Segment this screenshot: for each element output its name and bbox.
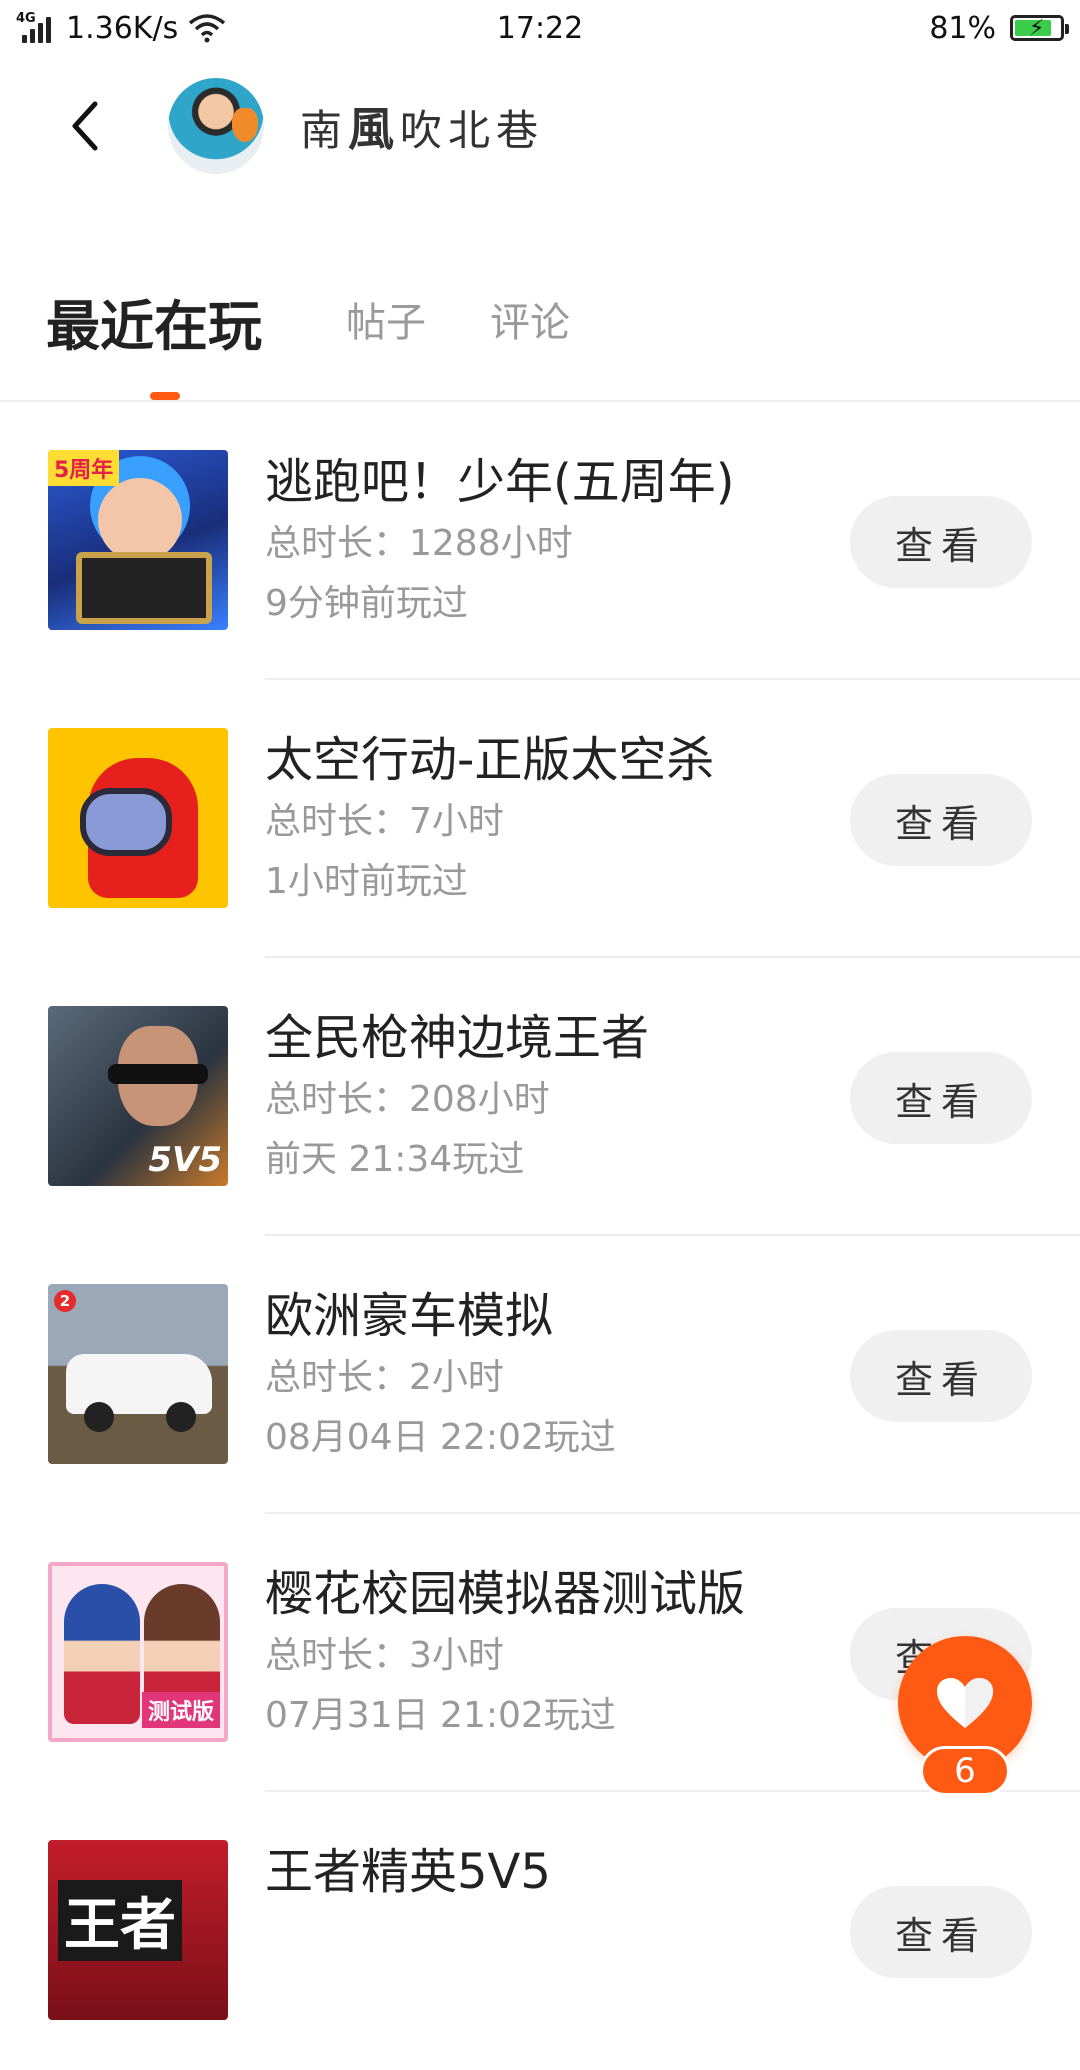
game-icon[interactable]: 测试版 xyxy=(48,1562,228,1742)
game-info: 太空行动-正版太空杀 总时长：7小时 1小时前玩过 xyxy=(265,728,714,912)
game-info: 欧洲豪车模拟 总时长：2小时 08月04日 22:02玩过 xyxy=(265,1284,616,1468)
game-info: 樱花校园模拟器测试版 总时长：3小时 07月31日 21:02玩过 xyxy=(265,1562,745,1746)
last-played: 前天 21:34玩过 xyxy=(265,1139,525,1180)
status-left: 4G 1.36K/s xyxy=(16,11,226,46)
last-played: 08月04日 22:02玩过 xyxy=(265,1417,616,1458)
play-duration: 总时长：7小时 xyxy=(265,801,504,842)
game-icon-label: 5V5 xyxy=(148,1140,222,1180)
list-item[interactable]: 5V5 全民枪神边境王者 总时长：208小时 前天 21:34玩过 查看 xyxy=(0,958,1080,1236)
like-count: 6 xyxy=(920,1746,1010,1796)
chevron-left-icon xyxy=(72,101,98,151)
username: 南風吹北巷 xyxy=(300,93,544,159)
game-icon[interactable]: 5周年 xyxy=(48,450,228,630)
username-bold: 風 xyxy=(348,102,401,156)
game-name: 逃跑吧！少年(五周年) xyxy=(265,454,735,510)
game-info: 逃跑吧！少年(五周年) 总时长：1288小时 9分钟前玩过 xyxy=(265,450,734,634)
username-prefix: 南 xyxy=(300,106,349,155)
play-duration: 总时长：2小时 xyxy=(265,1357,504,1398)
tab-comments[interactable]: 评论 xyxy=(490,290,570,348)
list-item[interactable]: 5周年 逃跑吧！少年(五周年) 总时长：1288小时 9分钟前玩过 查看 xyxy=(0,402,1080,680)
game-name: 王者精英5V5 xyxy=(265,1844,551,1900)
view-button[interactable]: 查看 xyxy=(850,1886,1032,1978)
last-played: 1小时前玩过 xyxy=(265,861,468,902)
view-button[interactable]: 查看 xyxy=(850,496,1032,588)
avatar[interactable] xyxy=(168,78,264,174)
tab-recently-played[interactable]: 最近在玩 xyxy=(46,282,262,361)
heart-icon xyxy=(937,1678,993,1728)
username-suffix: 吹北巷 xyxy=(400,106,545,155)
game-name: 全民枪神边境王者 xyxy=(265,1010,650,1066)
notification-badge: 2 xyxy=(54,1290,76,1312)
network-speed: 1.36K/s xyxy=(66,10,179,46)
list-item[interactable]: 王者 王者精英5V5 查看 xyxy=(0,1792,1080,2070)
game-icon-label: 测试版 xyxy=(141,1692,220,1728)
signal-icon: 4G xyxy=(16,11,56,45)
list-item[interactable]: 太空行动-正版太空杀 总时长：7小时 1小时前玩过 查看 xyxy=(0,680,1080,958)
game-list: 5周年 逃跑吧！少年(五周年) 总时长：1288小时 9分钟前玩过 查看 太空行… xyxy=(0,402,1080,2070)
back-button[interactable] xyxy=(40,81,130,171)
status-right: 81% ⚡ xyxy=(929,10,1069,46)
tab-posts[interactable]: 帖子 xyxy=(346,290,426,348)
network-type: 4G xyxy=(16,11,36,26)
view-button[interactable]: 查看 xyxy=(850,1052,1032,1144)
play-duration: 总时长：1288小时 xyxy=(265,523,573,564)
last-played: 9分钟前玩过 xyxy=(265,583,468,624)
status-bar: 4G 1.36K/s 17:22 81% ⚡ xyxy=(0,0,1080,56)
game-name: 欧洲豪车模拟 xyxy=(265,1288,554,1344)
battery-icon: ⚡ xyxy=(1010,15,1069,41)
play-duration: 总时长：208小时 xyxy=(265,1079,550,1120)
game-icon[interactable]: 2 xyxy=(48,1284,228,1464)
game-icon-label: 王者 xyxy=(58,1880,182,1961)
view-button[interactable]: 查看 xyxy=(850,1330,1032,1422)
game-name: 太空行动-正版太空杀 xyxy=(265,732,715,788)
wifi-icon xyxy=(189,14,226,43)
view-button[interactable]: 查看 xyxy=(850,774,1032,866)
game-info: 王者精英5V5 xyxy=(265,1840,551,1904)
game-icon[interactable] xyxy=(48,728,228,908)
game-icon[interactable]: 5V5 xyxy=(48,1006,228,1186)
play-duration: 总时长：3小时 xyxy=(265,1635,504,1676)
game-info: 全民枪神边境王者 总时长：208小时 前天 21:34玩过 xyxy=(265,1006,649,1190)
game-name: 樱花校园模拟器测试版 xyxy=(265,1566,746,1622)
battery-percent: 81% xyxy=(929,10,996,46)
list-item[interactable]: 2 欧洲豪车模拟 总时长：2小时 08月04日 22:02玩过 查看 xyxy=(0,1236,1080,1514)
profile-header: 南風吹北巷 xyxy=(0,56,1080,196)
last-played: 07月31日 21:02玩过 xyxy=(265,1695,616,1736)
tab-bar: 最近在玩 帖子 评论 xyxy=(0,290,1080,400)
anniversary-tag: 5周年 xyxy=(48,450,120,486)
game-icon[interactable]: 王者 xyxy=(48,1840,228,2020)
tab-indicator xyxy=(150,392,180,400)
